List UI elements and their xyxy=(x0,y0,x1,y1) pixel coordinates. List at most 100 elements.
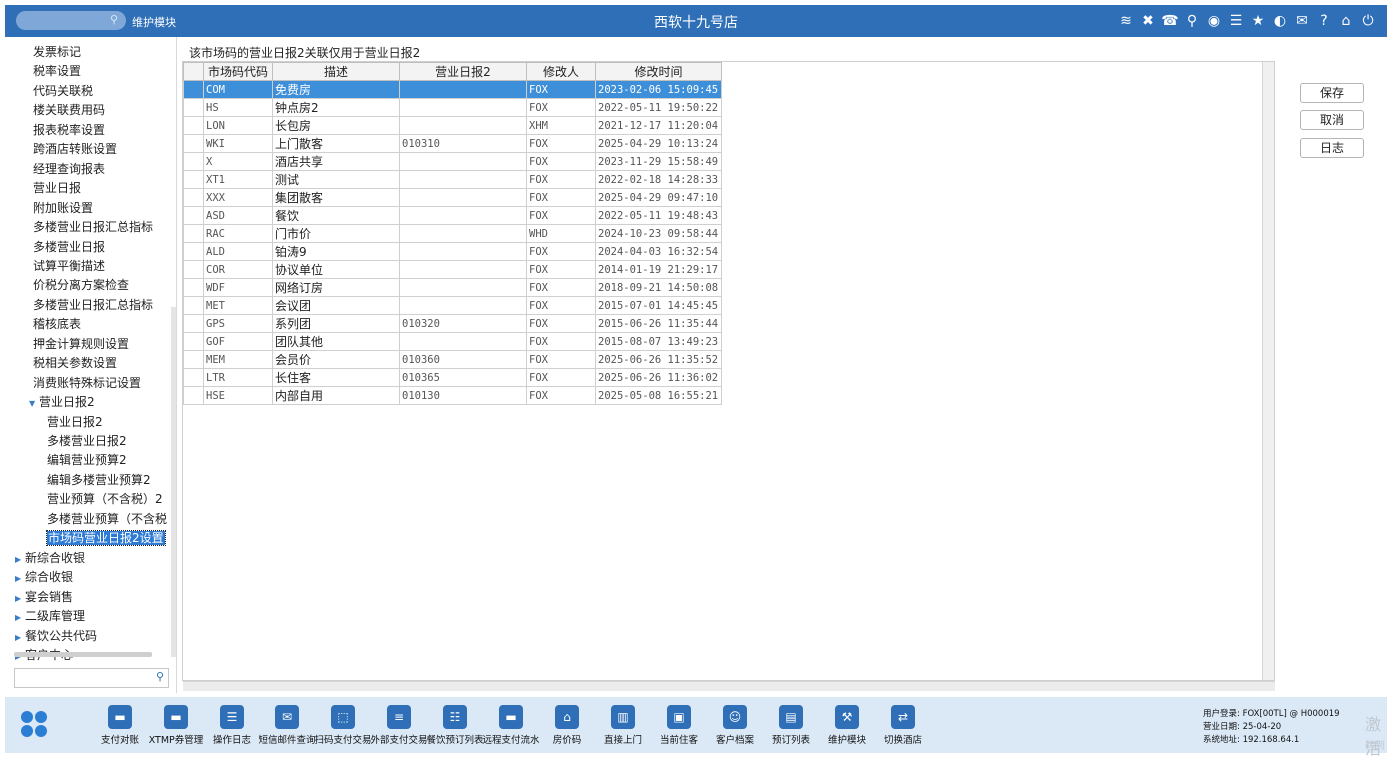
cell-code[interactable]: LTR xyxy=(203,368,273,387)
id-card-icon[interactable]: ▣ xyxy=(667,705,691,729)
sidebar-item[interactable]: 代码关联税 xyxy=(33,82,93,100)
caret-right-icon[interactable]: ▶ xyxy=(15,609,25,627)
cell-modified-time[interactable]: 2015-06-26 11:35:44 xyxy=(595,314,722,333)
row-header[interactable] xyxy=(183,386,204,405)
table-row[interactable]: X 酒店共享 FOX 2023-11-29 15:58:49 xyxy=(183,152,722,171)
cell-report2[interactable]: 010320 xyxy=(399,314,527,333)
cell-modified-time[interactable]: 2024-10-23 09:58:44 xyxy=(595,224,722,243)
cell-description[interactable]: 团队其他 xyxy=(272,332,400,351)
cell-modified-time[interactable]: 2025-04-29 09:47:10 xyxy=(595,188,722,207)
cell-report2[interactable] xyxy=(399,260,527,279)
person-icon[interactable]: ☺ xyxy=(723,705,747,729)
caret-right-icon[interactable]: ▶ xyxy=(15,570,25,588)
cell-code[interactable]: ALD xyxy=(203,242,273,261)
toolbar-button[interactable]: ☷ 餐饮预订列表 xyxy=(425,705,485,746)
document-icon[interactable]: ☰ xyxy=(220,705,244,729)
grid-horizontal-scrollbar[interactable] xyxy=(183,681,1275,691)
sidebar-item[interactable]: ▶ 餐饮公共代码 xyxy=(15,627,97,645)
sidebar-item[interactable]: 编辑多楼营业预算2 xyxy=(47,471,151,489)
sidebar-item[interactable]: 营业预算（不含税）2 xyxy=(47,490,163,508)
cell-code[interactable]: WDF xyxy=(203,278,273,297)
table-row[interactable]: XT1 测试 FOX 2022-02-18 14:28:33 xyxy=(183,170,722,189)
table-row[interactable]: GOF 团队其他 FOX 2015-08-07 13:49:23 xyxy=(183,332,722,351)
table-row[interactable]: HS 钟点房2 FOX 2022-05-11 19:50:22 xyxy=(183,98,722,117)
cell-description[interactable]: 免费房 xyxy=(272,80,400,99)
cell-description[interactable]: 测试 xyxy=(272,170,400,189)
row-header[interactable] xyxy=(183,116,204,135)
cell-code[interactable]: HS xyxy=(203,98,273,117)
wrench-icon[interactable]: ⚒ xyxy=(835,705,859,729)
toolbar-button[interactable]: ≡ 外部支付交易 xyxy=(369,705,429,746)
scan-icon[interactable]: ⬚ xyxy=(331,705,355,729)
wifi-icon[interactable]: ≋ xyxy=(1117,10,1135,32)
cell-modified-by[interactable]: FOX xyxy=(526,206,596,225)
cell-description[interactable]: 协议单位 xyxy=(272,260,400,279)
switch-icon[interactable]: ⇄ xyxy=(891,705,915,729)
cell-modified-by[interactable]: XHM xyxy=(526,116,596,135)
cell-modified-time[interactable]: 2015-07-01 14:45:45 xyxy=(595,296,722,315)
table-row[interactable]: WDF 网络订房 FOX 2018-09-21 14:50:08 xyxy=(183,278,722,297)
sidebar-item[interactable]: 跨酒店转账设置 xyxy=(33,140,117,158)
list-icon[interactable]: ≡ xyxy=(387,705,411,729)
contrast-icon[interactable]: ◐ xyxy=(1271,10,1289,32)
mail-icon[interactable]: ✉ xyxy=(275,705,299,729)
sidebar-item[interactable]: ▼ 营业日报2 xyxy=(29,393,95,411)
cell-modified-by[interactable]: FOX xyxy=(526,80,596,99)
cell-description[interactable]: 上门散客 xyxy=(272,134,400,153)
cell-modified-by[interactable]: FOX xyxy=(526,242,596,261)
cell-modified-by[interactable]: FOX xyxy=(526,368,596,387)
home-icon[interactable]: ⌂ xyxy=(1337,10,1355,32)
row-header[interactable] xyxy=(183,368,204,387)
table-row[interactable]: GPS 系列团 010320 FOX 2015-06-26 11:35:44 xyxy=(183,314,722,333)
save-button[interactable]: 保存 xyxy=(1300,83,1364,103)
row-header[interactable] xyxy=(183,314,204,333)
cell-modified-time[interactable]: 2022-02-18 14:28:33 xyxy=(595,170,722,189)
sidebar-item[interactable]: 附加账设置 xyxy=(33,199,93,217)
cell-report2[interactable] xyxy=(399,170,527,189)
cell-modified-time[interactable]: 2025-04-29 10:13:24 xyxy=(595,134,722,153)
app-logo-icon[interactable] xyxy=(19,709,49,739)
sidebar-item[interactable]: 多楼营业日报汇总指标 xyxy=(33,218,153,236)
table-row[interactable]: HSE 内部自用 010130 FOX 2025-05-08 16:55:21 xyxy=(183,386,722,405)
sidebar-item[interactable]: 消费账特殊标记设置 xyxy=(33,374,141,392)
sidebar-item[interactable]: 多楼营业日报 xyxy=(33,238,105,256)
cell-description[interactable]: 铂涛9 xyxy=(272,242,400,261)
table-row[interactable]: COR 协议单位 FOX 2014-01-19 21:29:17 xyxy=(183,260,722,279)
cell-description[interactable]: 餐饮 xyxy=(272,206,400,225)
cell-description[interactable]: 内部自用 xyxy=(272,386,400,405)
toolbar-button[interactable]: ✉ 短信邮件查询 xyxy=(257,705,317,746)
cell-description[interactable]: 集团散客 xyxy=(272,188,400,207)
cell-report2[interactable]: 010310 xyxy=(399,134,527,153)
table-row[interactable]: ALD 铂涛9 FOX 2024-04-03 16:32:54 xyxy=(183,242,722,261)
toolbar-button[interactable]: ▬ 支付对账 xyxy=(90,705,150,746)
cell-description[interactable]: 钟点房2 xyxy=(272,98,400,117)
column-header-description[interactable]: 描述 xyxy=(272,62,400,81)
cell-modified-time[interactable]: 2025-06-26 11:35:52 xyxy=(595,350,722,369)
cell-description[interactable]: 酒店共享 xyxy=(272,152,400,171)
sidebar-scrollbar[interactable] xyxy=(171,307,176,657)
cell-modified-by[interactable]: FOX xyxy=(526,278,596,297)
house-icon[interactable]: ⌂ xyxy=(555,705,579,729)
cell-modified-by[interactable]: FOX xyxy=(526,152,596,171)
toolbar-button[interactable]: ▬ XTMP券管理 xyxy=(146,705,206,746)
sidebar-item[interactable]: ▶ 综合收银 xyxy=(15,568,73,586)
search-icon[interactable]: ⚲ xyxy=(156,670,164,683)
cell-report2[interactable] xyxy=(399,80,527,99)
row-header[interactable] xyxy=(183,260,204,279)
table-row[interactable]: WKI 上门散客 010310 FOX 2025-04-29 10:13:24 xyxy=(183,134,722,153)
cell-code[interactable]: ASD xyxy=(203,206,273,225)
sidebar-item[interactable]: 多楼营业预算（不含税 xyxy=(47,510,167,528)
cell-modified-time[interactable]: 2025-06-26 11:36:02 xyxy=(595,368,722,387)
cell-code[interactable]: RAC xyxy=(203,224,273,243)
cell-modified-time[interactable]: 2024-04-03 16:32:54 xyxy=(595,242,722,261)
row-header[interactable] xyxy=(183,188,204,207)
table-row[interactable]: LON 长包房 XHM 2021-12-17 11:20:04 xyxy=(183,116,722,135)
cell-report2[interactable] xyxy=(399,116,527,135)
sidebar-item[interactable]: 税相关参数设置 xyxy=(33,354,117,372)
palette-icon[interactable]: ◉ xyxy=(1205,10,1223,32)
toolbar-button[interactable]: ▣ 当前住客 xyxy=(649,705,709,746)
sidebar-item[interactable]: 营业日报2 xyxy=(47,413,103,431)
chat-icon[interactable]: ▬ xyxy=(164,705,188,729)
cell-modified-by[interactable]: FOX xyxy=(526,134,596,153)
toolbar-button[interactable]: ☺ 客户档案 xyxy=(705,705,765,746)
